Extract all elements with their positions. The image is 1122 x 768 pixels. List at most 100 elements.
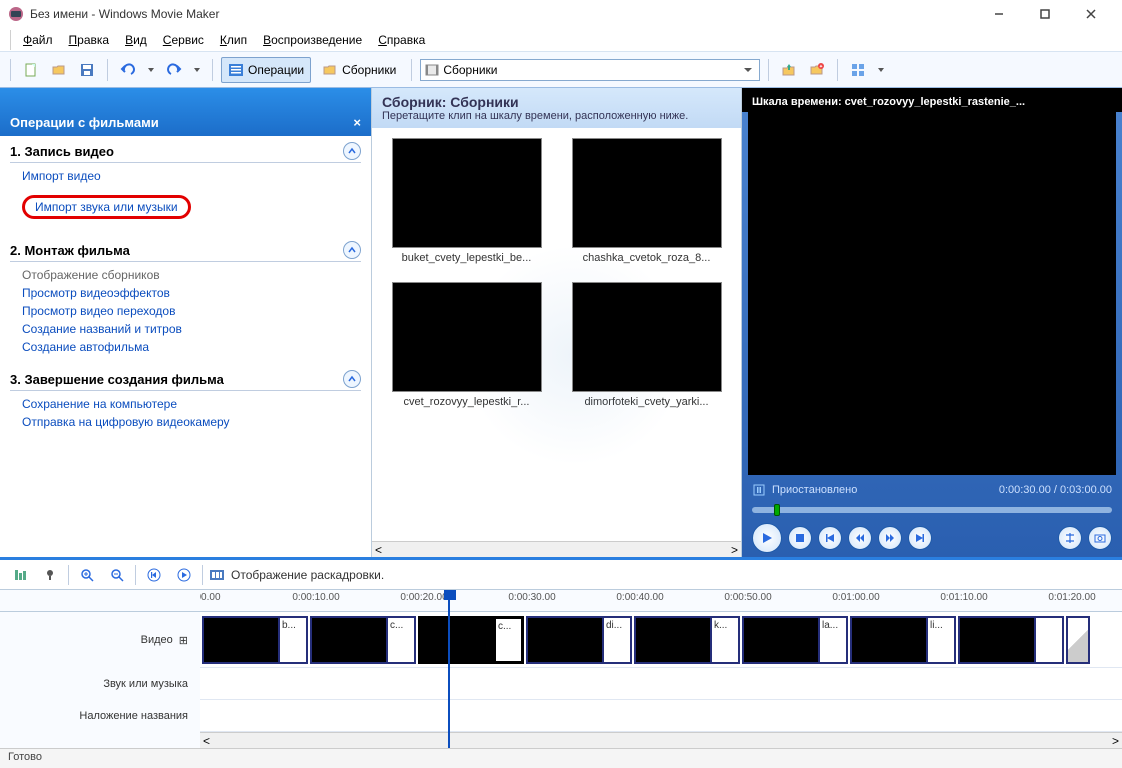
timeline-clip-tail[interactable] (1066, 616, 1090, 664)
timeline-hscroll[interactable]: < > (200, 732, 1122, 748)
link-send-camcorder[interactable]: Отправка на цифровую видеокамеру (22, 415, 361, 429)
timeline-clip-2[interactable]: c... (418, 616, 524, 664)
timeline-play-button[interactable] (172, 563, 196, 587)
timeline-clip-6[interactable]: li... (850, 616, 956, 664)
link-import-audio[interactable]: Импорт звука или музыки (35, 200, 178, 214)
link-show-collections[interactable]: Отображение сборников (22, 268, 361, 282)
timeline-toggle-label[interactable]: Отображение раскадровки. (231, 568, 384, 582)
app-icon (8, 6, 24, 22)
close-button[interactable] (1068, 0, 1114, 28)
ruler-tick: 0:00:30.00 (508, 592, 555, 603)
collections-combo[interactable]: Сборники (420, 59, 760, 81)
link-video-effects[interactable]: Просмотр видеоэффектов (22, 286, 361, 300)
link-titles-credits[interactable]: Создание названий и титров (22, 322, 361, 336)
tasks-button[interactable]: Операции (221, 57, 311, 83)
timeline-clip-0[interactable]: b... (202, 616, 308, 664)
split-button[interactable] (1058, 526, 1082, 550)
rewind-button[interactable] (848, 526, 872, 550)
timeline-clip-1[interactable]: c... (310, 616, 416, 664)
thumbnail-2[interactable]: cvet_rozovyy_lepestki_r... (387, 282, 547, 408)
clip-thumbnail (202, 616, 280, 664)
timeline-audio-levels-button[interactable] (8, 563, 32, 587)
scroll-right-icon[interactable]: > (1112, 734, 1119, 748)
zoom-out-button[interactable] (105, 563, 129, 587)
menu-play[interactable]: Воспроизведение (255, 30, 370, 50)
link-automovie[interactable]: Создание автофильма (22, 340, 361, 354)
link-import-video[interactable]: Импорт видео (22, 169, 361, 183)
thumbnail-3[interactable]: dimorfoteki_cvety_yarki... (567, 282, 727, 408)
undo-dropdown[interactable] (144, 63, 158, 77)
menu-file[interactable]: Файл (15, 30, 61, 50)
views-dropdown[interactable] (874, 63, 888, 77)
views-button[interactable] (846, 58, 870, 82)
thumbnail-caption: dimorfoteki_cvety_yarki... (572, 396, 722, 408)
timeline-content[interactable]: 00.000:00:10.000:00:20.000:00:30.000:00:… (200, 590, 1122, 748)
preview-monitor[interactable] (748, 112, 1116, 475)
redo-dropdown[interactable] (190, 63, 204, 77)
zoom-in-button[interactable] (75, 563, 99, 587)
undo-button[interactable] (116, 58, 140, 82)
link-save-computer[interactable]: Сохранение на компьютере (22, 397, 361, 411)
scroll-left-icon[interactable]: < (375, 543, 382, 557)
storyboard-icon (209, 567, 225, 583)
maximize-button[interactable] (1022, 0, 1068, 28)
timeline-narrate-button[interactable] (38, 563, 62, 587)
snapshot-button[interactable] (1088, 526, 1112, 550)
ruler-tick: 0:01:20.00 (1048, 592, 1095, 603)
close-icon[interactable]: × (353, 115, 361, 130)
forward-button[interactable] (878, 526, 902, 550)
pause-icon (752, 483, 766, 497)
collections-button[interactable]: Сборники (315, 57, 403, 83)
expand-video-track-icon[interactable]: ⊞ (179, 634, 188, 647)
section-finish-title: 3. Завершение создания фильма (10, 372, 224, 387)
seek-handle[interactable] (774, 504, 780, 516)
menu-clip[interactable]: Клип (212, 30, 255, 50)
redo-button[interactable] (162, 58, 186, 82)
menu-help[interactable]: Справка (370, 30, 433, 50)
menu-service[interactable]: Сервис (155, 30, 212, 50)
play-button[interactable] (752, 523, 782, 553)
scroll-left-icon[interactable]: < (203, 734, 210, 748)
collection-hscroll[interactable]: < > (372, 541, 741, 557)
timeline-rewind-button[interactable] (142, 563, 166, 587)
video-track[interactable]: b...c...c...di...k...la...li... (200, 612, 1122, 668)
section-record[interactable]: 1. Запись видео (10, 142, 361, 163)
thumbnail-image (392, 282, 542, 392)
open-button[interactable] (47, 58, 71, 82)
timeline-toolbar: Отображение раскадровки. (0, 560, 1122, 590)
save-button[interactable] (75, 58, 99, 82)
clip-thumbnail (634, 616, 712, 664)
time-ruler[interactable]: 00.000:00:10.000:00:20.000:00:30.000:00:… (200, 590, 1122, 612)
minimize-button[interactable] (976, 0, 1022, 28)
thumbnail-0[interactable]: buket_cvety_lepestki_be... (387, 138, 547, 264)
timeline-clip-5[interactable]: la... (742, 616, 848, 664)
clip-thumbnail (958, 616, 1036, 664)
playhead[interactable] (448, 590, 450, 748)
thumbnail-caption: buket_cvety_lepestki_be... (392, 252, 542, 264)
ruler-tick: 0:00:40.00 (616, 592, 663, 603)
title-track[interactable] (200, 700, 1122, 732)
link-video-transitions[interactable]: Просмотр видео переходов (22, 304, 361, 318)
seek-bar[interactable] (742, 501, 1122, 519)
section-edit[interactable]: 2. Монтаж фильма (10, 241, 361, 262)
new-folder-button[interactable]: ✦ (805, 58, 829, 82)
section-edit-title: 2. Монтаж фильма (10, 243, 130, 258)
next-clip-button[interactable] (908, 526, 932, 550)
menu-view[interactable]: Вид (117, 30, 155, 50)
timeline-clip-7[interactable] (958, 616, 1064, 664)
menu-edit[interactable]: Правка (61, 30, 118, 50)
scroll-right-icon[interactable]: > (731, 543, 738, 557)
film-icon (425, 63, 439, 77)
task-pane: Операции с фильмами × 1. Запись видео Им… (0, 88, 372, 557)
section-finish[interactable]: 3. Завершение создания фильма (10, 370, 361, 391)
timeline-clip-3[interactable]: di... (526, 616, 632, 664)
timeline-clip-4[interactable]: k... (634, 616, 740, 664)
link-import-audio-highlight: Импорт звука или музыки (22, 195, 191, 219)
up-level-button[interactable] (777, 58, 801, 82)
new-button[interactable] (19, 58, 43, 82)
audio-track[interactable] (200, 668, 1122, 700)
chevron-up-icon (343, 370, 361, 388)
stop-button[interactable] (788, 526, 812, 550)
thumbnail-1[interactable]: chashka_cvetok_roza_8... (567, 138, 727, 264)
prev-clip-button[interactable] (818, 526, 842, 550)
